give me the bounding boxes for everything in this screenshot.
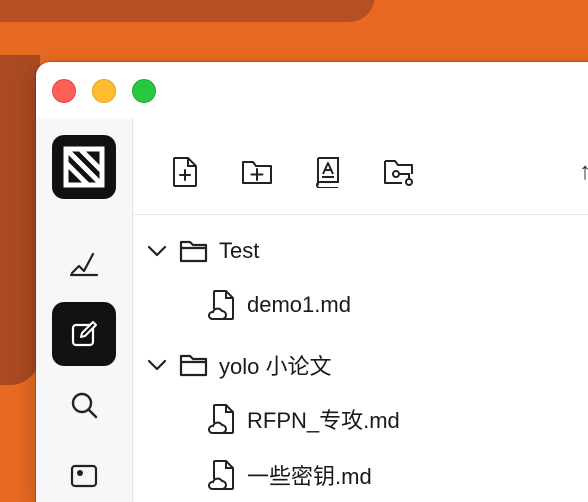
desktop-background-shape: [0, 0, 375, 22]
window-minimize-button[interactable]: [92, 79, 116, 103]
file-tree: Test demo1.md yolo 小论文 RFPN_专攻.md 一些密钥.m…: [133, 215, 588, 502]
tree-item-label: RFPN_专攻.md: [247, 408, 400, 433]
window-close-button[interactable]: [52, 79, 76, 103]
sidebar: [36, 118, 133, 502]
book-icon: [316, 157, 339, 188]
new-file-icon: [173, 157, 197, 187]
chevron-down-icon[interactable]: [145, 353, 169, 377]
new-folder-button[interactable]: [237, 152, 277, 192]
tree-item-label: 一些密钥.md: [247, 464, 372, 489]
sidebar-item-search[interactable]: [52, 373, 116, 437]
new-file-button[interactable]: [165, 152, 205, 192]
tree-item-label: Test: [219, 238, 260, 263]
app-logo-icon[interactable]: [52, 135, 116, 199]
sidebar-item-image[interactable]: [52, 444, 116, 502]
folder-key-icon: [384, 160, 413, 186]
tree-item-label: demo1.md: [247, 292, 351, 317]
tree-item-label: yolo 小论文: [219, 354, 332, 379]
toolbar: ↑: [133, 118, 588, 215]
tree-folder-row[interactable]: Test: [145, 231, 259, 271]
search-icon: [71, 392, 98, 419]
image-icon: [70, 464, 98, 488]
app-window: ↑ Test demo1.md yolo 小论文 RFPN_专攻.md 一些密钥…: [36, 62, 588, 502]
folder-key-button[interactable]: [379, 152, 419, 192]
edit-icon: [71, 321, 97, 347]
markdown-file-icon: [207, 460, 237, 490]
tree-folder-row[interactable]: yolo 小论文: [145, 345, 331, 385]
markdown-file-icon: [207, 290, 237, 320]
markdown-file-icon: [207, 404, 237, 434]
window-maximize-button[interactable]: [132, 79, 156, 103]
folder-icon: [179, 236, 209, 266]
desktop-background-shape: [0, 55, 40, 385]
tree-file-row[interactable]: RFPN_专攻.md: [207, 399, 400, 439]
more-icon[interactable]: ↑: [579, 158, 588, 186]
new-folder-icon: [242, 161, 272, 184]
handwriting-icon: [69, 252, 99, 277]
tree-file-row[interactable]: 一些密钥.md: [207, 455, 372, 495]
sidebar-item-handwriting[interactable]: [52, 231, 116, 295]
folder-icon: [179, 350, 209, 380]
sidebar-item-edit[interactable]: [52, 302, 116, 366]
chevron-down-icon[interactable]: [145, 239, 169, 263]
book-button[interactable]: [307, 152, 347, 192]
tree-file-row[interactable]: demo1.md: [207, 285, 351, 325]
